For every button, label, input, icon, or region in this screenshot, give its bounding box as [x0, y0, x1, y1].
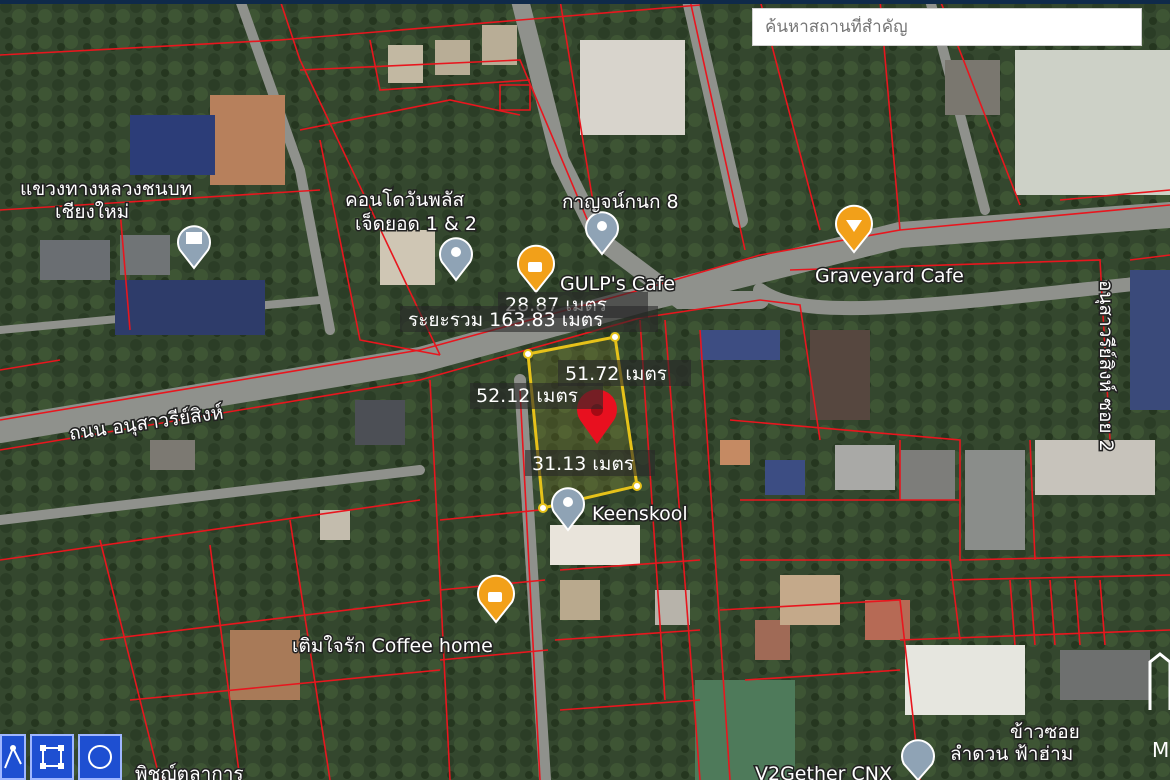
vertex-handle[interactable]	[523, 349, 533, 359]
label-keenskool: Keenskool	[592, 503, 688, 525]
label-gulp-cafe: GULP's Cafe	[560, 273, 675, 295]
brand-logo-icon	[1148, 652, 1170, 710]
polyline-tool-button[interactable]	[0, 734, 26, 780]
label-bottom-left: พิชญ์ตุลาการ	[135, 763, 244, 780]
label-v2gether: V2Gether CNX	[755, 763, 892, 780]
label-graveyard-cafe: Graveyard Cafe	[815, 265, 964, 287]
polyline-icon	[4, 745, 22, 769]
circle-icon	[88, 745, 112, 769]
measure-bottom-label: 31.13 เมตร	[532, 453, 634, 475]
circle-tool-button[interactable]	[78, 734, 122, 780]
top-bar	[0, 0, 1170, 4]
vertex-handle[interactable]	[632, 481, 642, 491]
rectangle-icon	[40, 745, 64, 769]
label-condo-2: เจ็ดยอด 1 & 2	[355, 211, 477, 235]
search-input[interactable]	[763, 16, 1131, 38]
brand-letter: M	[1152, 738, 1170, 762]
measure-right-label: 51.72 เมตร	[565, 363, 667, 385]
measure-total-label: ระยะรวม 163.83 เมตร	[408, 309, 603, 331]
label-road-soi: อนุสาวรีย์สิงห์ ซอย 2	[1094, 280, 1117, 452]
drawing-toolbar	[0, 734, 122, 780]
label-khaosoi-1: ข้าวซอย	[1010, 721, 1080, 743]
label-office-1: แขวงทางหลวงชนบท	[20, 178, 192, 200]
vertex-handle[interactable]	[610, 332, 620, 342]
brand-watermark: M	[1148, 650, 1170, 780]
label-office-2: เชียงใหม่	[55, 201, 129, 223]
label-coffee-home: เติมใจรัก Coffee home	[292, 635, 493, 657]
label-kanjanakanok: กาญจน์กนก 8	[562, 191, 679, 213]
label-condo-1: คอนโดวันพลัส	[345, 188, 464, 211]
rectangle-tool-button[interactable]	[30, 734, 74, 780]
satellite-map[interactable]: แขวงทางหลวงชนบท เชียงใหม่ คอนโดวันพลัส เ…	[0, 0, 1170, 780]
search-box[interactable]	[752, 8, 1142, 46]
vertex-handle[interactable]	[538, 503, 548, 513]
measure-left-label: 52.12 เมตร	[476, 385, 578, 407]
label-khaosoi-2: ลำดวน ฟ้าฮ่าม	[950, 743, 1073, 765]
